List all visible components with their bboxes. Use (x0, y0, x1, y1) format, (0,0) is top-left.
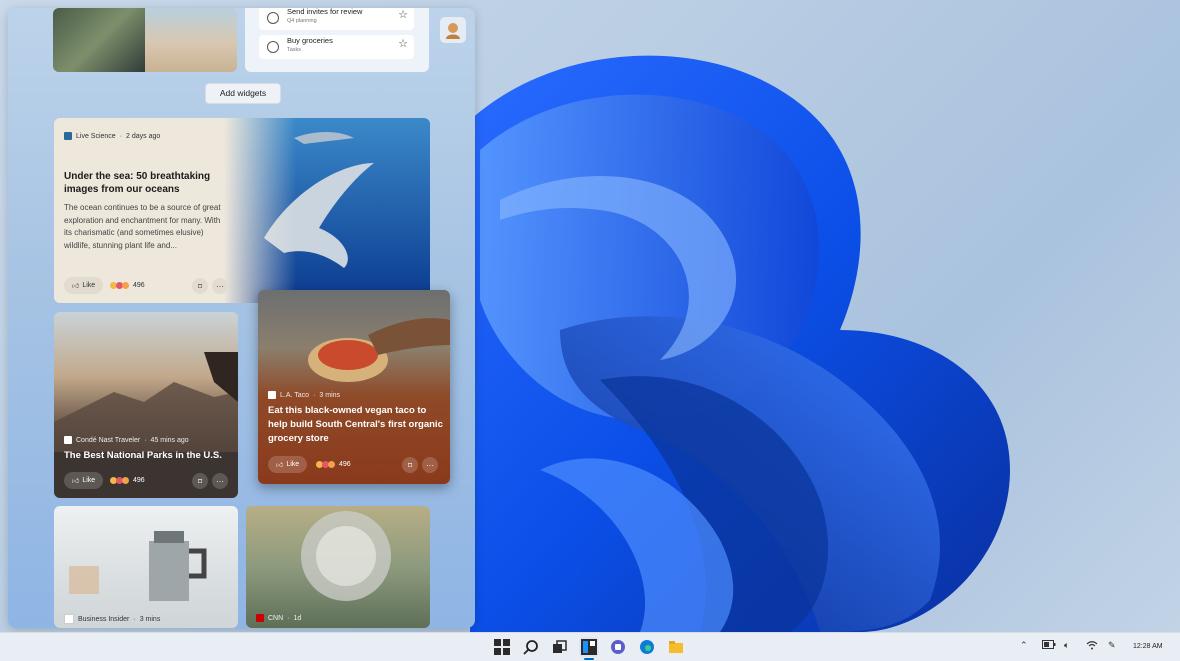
file-explorer-icon[interactable] (666, 637, 686, 657)
source-name: Business Insider (78, 615, 130, 623)
wifi-icon[interactable] (1086, 640, 1098, 652)
todo-item-title: Buy groceries (287, 36, 333, 45)
timestamp: 3 mins (139, 615, 161, 623)
source-name: Condé Nast Traveler (76, 436, 141, 444)
separator: · (313, 391, 316, 399)
thumbs-up-icon: 👍︎ (276, 462, 284, 469)
news-card-business-insider[interactable]: Business Insider · 3 mins (54, 506, 238, 628)
news-card-parks[interactable]: Condé Nast Traveler · 45 mins ago The Be… (54, 312, 238, 498)
thumbs-up-icon: 👍︎ (72, 283, 80, 290)
separator: · (133, 615, 136, 623)
reactions[interactable]: 496 (316, 461, 351, 468)
conde-nast-logo-icon (64, 436, 72, 444)
todo-item[interactable]: Send invites for review Q4 planning ☆ (259, 8, 414, 30)
moka-pot-image (69, 531, 207, 601)
todo-item-list: Tasks (287, 47, 302, 53)
news-summary: The ocean continues to be a source of gr… (64, 203, 221, 250)
reaction-count: 496 (339, 461, 351, 468)
timestamp: 2 days ago (126, 132, 161, 140)
todo-widget: Send invites for review Q4 planning ☆ Bu… (245, 8, 429, 72)
chevron-up-icon[interactable]: ⌃ (1020, 640, 1028, 651)
source-name: Live Science (76, 132, 116, 140)
surprised-reaction-icon (122, 477, 129, 484)
news-card-ocean[interactable]: Live Science · 2 days ago Under the sea:… (54, 118, 430, 303)
like-label: Like (286, 461, 300, 468)
news-source: Condé Nast Traveler · 45 mins ago (64, 436, 189, 444)
news-source: Live Science · 2 days ago (64, 132, 160, 140)
source-name: L.A. Taco (280, 391, 310, 399)
news-card-taco[interactable]: L.A. Taco · 3 mins Eat this black-owned … (258, 290, 450, 484)
business-insider-logo-icon (64, 614, 74, 624)
source-name: CNN (268, 614, 284, 622)
like-button[interactable]: 👍︎ Like (64, 277, 104, 294)
la-taco-logo-icon (268, 391, 276, 399)
star-icon[interactable]: ☆ (398, 39, 408, 50)
checkbox-icon[interactable] (267, 41, 279, 53)
star-icon[interactable]: ☆ (398, 10, 408, 21)
search-icon[interactable] (521, 637, 541, 657)
start-icon[interactable] (492, 637, 512, 657)
news-source: CNN · 1d (256, 614, 301, 622)
news-headline[interactable]: Eat this black-owned vegan taco to help … (268, 404, 443, 446)
photo-thumbnail (53, 8, 145, 72)
todo-item-title: Send invites for review (287, 8, 363, 16)
separator: · (287, 614, 290, 622)
glass-water-image (301, 511, 391, 601)
reaction-count: 496 (133, 282, 145, 289)
photos-widget[interactable] (53, 8, 237, 72)
surprised-reaction-icon (328, 461, 335, 468)
todo-item-list: Q4 planning (287, 18, 317, 24)
timestamp: 1d (293, 614, 302, 622)
widgets-icon[interactable] (579, 637, 599, 657)
news-headline[interactable]: The Best National Parks in the U.S. (64, 450, 234, 461)
todo-item[interactable]: Buy groceries Tasks ☆ (259, 35, 414, 59)
reactions[interactable]: 496 (110, 282, 145, 289)
bookmark-icon[interactable]: ⌑ (402, 457, 418, 473)
photo-thumbnail (145, 8, 237, 72)
like-button[interactable]: 👍︎ Like (268, 456, 308, 473)
whale-image (224, 118, 430, 303)
widgets-panel: Send invites for review Q4 planning ☆ Bu… (8, 8, 475, 628)
like-label: Like (82, 477, 96, 484)
taskbar: ⌃ 🔈︎ ✎ 12:28 AM (0, 632, 1180, 661)
checkbox-icon[interactable] (267, 12, 279, 24)
separator: · (144, 436, 147, 444)
timestamp: 45 mins ago (150, 436, 189, 444)
timestamp: 3 mins (319, 391, 341, 399)
live-science-logo-icon (64, 132, 72, 140)
news-source: Business Insider · 3 mins (64, 614, 160, 624)
news-card-cnn[interactable]: CNN · 1d (246, 506, 430, 628)
avatar[interactable] (440, 17, 466, 43)
news-source: L.A. Taco · 3 mins (268, 391, 340, 399)
cnn-logo-icon (256, 614, 264, 622)
edge-icon[interactable] (637, 637, 657, 657)
clock[interactable]: 12:28 AM (1133, 643, 1163, 650)
more-options-icon[interactable]: ··· (422, 457, 438, 473)
news-headline[interactable]: Under the sea: 50 breathtaking images fr… (64, 170, 214, 196)
more-options-icon[interactable]: ··· (212, 473, 228, 489)
thumbs-up-icon: 👍︎ (72, 478, 80, 485)
like-button[interactable]: 👍︎ Like (64, 472, 104, 489)
bookmark-icon[interactable]: ⌑ (192, 473, 208, 489)
task-view-icon[interactable] (550, 637, 570, 657)
like-label: Like (82, 282, 96, 289)
more-options-icon[interactable]: ··· (212, 278, 228, 294)
taco-image (308, 318, 450, 382)
volume-icon[interactable]: 🔈︎ (1064, 640, 1069, 651)
add-widgets-button[interactable]: Add widgets (205, 83, 281, 104)
reactions[interactable]: 496 (110, 477, 145, 484)
battery-icon[interactable] (1042, 640, 1056, 651)
chat-icon[interactable] (608, 637, 628, 657)
surprised-reaction-icon (122, 282, 129, 289)
reaction-count: 496 (133, 477, 145, 484)
pen-icon[interactable]: ✎ (1108, 640, 1116, 651)
bookmark-icon[interactable]: ⌑ (192, 278, 208, 294)
separator: · (119, 132, 123, 140)
